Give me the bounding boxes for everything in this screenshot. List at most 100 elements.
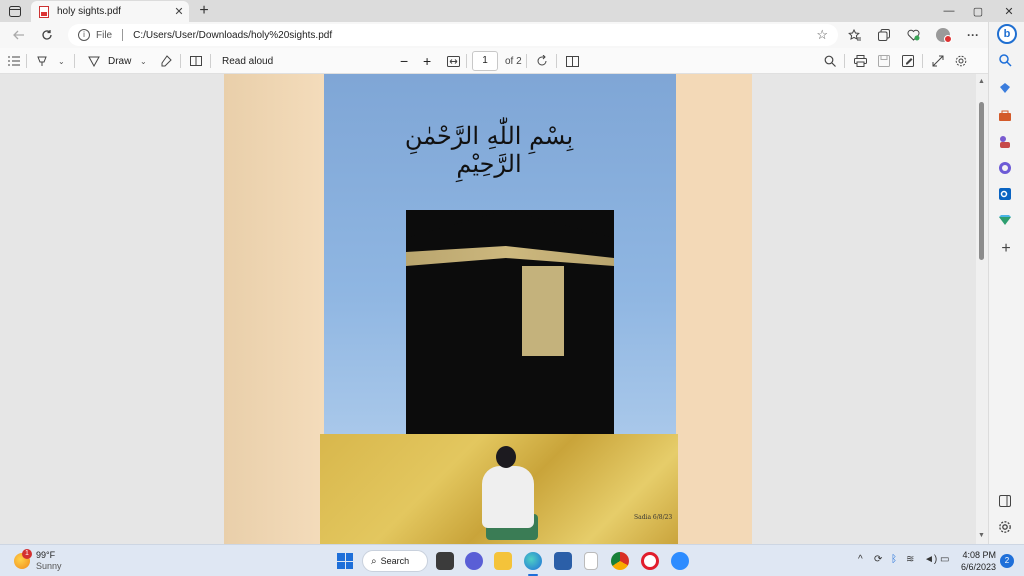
back-button[interactable]: [10, 26, 28, 44]
draw-dropdown-chevron-icon[interactable]: ⌄: [140, 53, 147, 69]
task-view-icon[interactable]: [436, 552, 454, 570]
weather-widget[interactable]: 1 99°F Sunny: [14, 549, 62, 572]
new-tab-button[interactable]: +: [196, 2, 212, 20]
wifi-icon[interactable]: ≋: [906, 554, 914, 565]
read-aloud-button[interactable]: Read aloud: [222, 53, 273, 69]
sidebar-tools-icon[interactable]: [998, 109, 1014, 125]
file-explorer-icon[interactable]: [494, 552, 512, 570]
tab-holy-sights[interactable]: holy sights.pdf ✕: [31, 1, 189, 22]
sidebar-settings-icon[interactable]: [998, 520, 1014, 536]
favorite-star-icon[interactable]: ☆: [816, 27, 828, 43]
profile-icon: [936, 28, 952, 43]
draw-button[interactable]: Draw: [88, 53, 131, 69]
zoom-in-button[interactable]: +: [423, 53, 431, 69]
profile-button[interactable]: [936, 28, 952, 43]
microsoft-store-icon[interactable]: [554, 552, 572, 570]
print-button[interactable]: [854, 53, 867, 69]
sidebar-shopping-icon[interactable]: [998, 81, 1014, 97]
scroll-down-arrow-icon[interactable]: ▼: [978, 532, 985, 539]
refresh-button[interactable]: [38, 26, 56, 44]
teams-chat-icon[interactable]: [465, 552, 483, 570]
erase-button[interactable]: [160, 53, 172, 69]
show-hidden-icons-chevron-icon[interactable]: ^: [858, 554, 863, 565]
address-bar[interactable]: i File C:/Users/User/Downloads/holy%20si…: [68, 24, 838, 46]
sidebar-toggle-icon[interactable]: [998, 494, 1014, 510]
sidebar-add-icon[interactable]: +: [998, 241, 1014, 257]
sidebar-search-icon[interactable]: [998, 53, 1014, 69]
battery-icon[interactable]: ▭: [940, 554, 949, 565]
toolbar-divider: [556, 54, 557, 68]
taskbar-search-label: Search: [380, 556, 410, 566]
print-icon: [854, 55, 867, 67]
zoom-out-button[interactable]: −: [400, 53, 408, 69]
toolbar-divider: [26, 54, 27, 68]
toolbar-divider: [844, 54, 845, 68]
clock-time: 4:08 PM: [962, 550, 996, 560]
pdf-page: بِسْمِ اللّٰهِ الرَّحْمٰنِ الرَّحِيْمِ S…: [224, 74, 752, 544]
scroll-up-arrow-icon[interactable]: ▲: [978, 78, 985, 85]
page-view-icon: [190, 56, 202, 66]
sidebar-outlook-icon[interactable]: [998, 187, 1014, 203]
rotate-button[interactable]: [536, 53, 548, 69]
chrome-icon[interactable]: [611, 552, 629, 570]
bing-copilot-icon[interactable]: b: [997, 24, 1017, 44]
save-as-button[interactable]: [902, 53, 914, 69]
sidebar-microsoft365-icon[interactable]: [998, 161, 1014, 177]
opera-icon[interactable]: [641, 552, 659, 570]
close-window-button[interactable]: ✕: [994, 0, 1024, 22]
bluetooth-icon[interactable]: ᛒ: [891, 554, 897, 565]
volume-icon[interactable]: ◄): [924, 554, 937, 565]
zoom-icon[interactable]: [671, 552, 689, 570]
address-url[interactable]: C:/Users/User/Downloads/holy%20sights.pd…: [133, 30, 816, 41]
taskbar-clock[interactable]: 4:08 PM 6/6/2023: [958, 549, 996, 573]
taskbar-search[interactable]: ⌕ Search: [362, 550, 428, 572]
pdf-toolbar: ⌄ Draw ⌄ Read aloud − + 1 of 2: [0, 48, 988, 74]
contents-button[interactable]: [8, 53, 20, 69]
page-number-input[interactable]: 1: [472, 51, 498, 71]
notepad-icon[interactable]: [584, 552, 598, 570]
sidebar-games-icon[interactable]: [998, 135, 1014, 151]
start-button[interactable]: [337, 553, 353, 569]
save-icon: [878, 55, 890, 67]
weather-condition: Sunny: [36, 561, 62, 571]
tab-actions-button[interactable]: [6, 3, 24, 19]
expand-icon: [932, 55, 944, 67]
pdf-document-area[interactable]: بِسْمِ اللّٰهِ الرَّحْمٰنِ الرَّحِيْمِ S…: [0, 74, 976, 544]
draw-label: Draw: [108, 55, 132, 67]
scrollbar-thumb[interactable]: [979, 102, 984, 260]
save-button[interactable]: [878, 53, 890, 69]
more-menu-icon[interactable]: ···: [966, 28, 980, 42]
highlight-button[interactable]: [36, 53, 48, 69]
pdf-settings-button[interactable]: [955, 53, 967, 69]
fit-to-page-button[interactable]: [447, 53, 460, 69]
edge-sidebar: [988, 22, 1024, 544]
page-total: of 2: [505, 55, 522, 67]
two-page-view-button[interactable]: [566, 53, 579, 69]
toolbar-divider: [210, 54, 211, 68]
painting-kaaba: [406, 210, 614, 438]
notification-badge[interactable]: 2: [1000, 554, 1014, 568]
document-scrollbar[interactable]: ▲ ▼: [976, 74, 988, 544]
edge-browser-icon[interactable]: [524, 552, 542, 570]
site-info-icon[interactable]: i: [78, 29, 90, 41]
highlight-dropdown-chevron-icon[interactable]: ⌄: [58, 53, 65, 69]
painting-person: [482, 466, 534, 528]
sync-icon[interactable]: ⟳: [874, 554, 882, 565]
favorites-icon[interactable]: [847, 28, 861, 42]
find-button[interactable]: [824, 53, 836, 69]
extensions-icon[interactable]: [906, 28, 920, 42]
page-view-button[interactable]: [190, 53, 202, 69]
tab-strip: holy sights.pdf ✕ + — ▢ ✕: [0, 0, 1024, 22]
table-of-contents-icon: [8, 56, 20, 66]
rotate-icon: [537, 55, 547, 66]
collections-icon[interactable]: [877, 28, 891, 42]
address-scheme: File: [96, 29, 113, 41]
sidebar-designer-icon[interactable]: [998, 213, 1014, 229]
minimize-button[interactable]: —: [934, 0, 964, 22]
fullscreen-button[interactable]: [932, 53, 944, 69]
tab-close-icon[interactable]: ✕: [171, 5, 187, 18]
pdf-file-icon: [39, 5, 49, 18]
maximize-button[interactable]: ▢: [963, 0, 993, 22]
navigation-bar: i File C:/Users/User/Downloads/holy%20si…: [0, 22, 988, 48]
back-arrow-icon: [13, 30, 24, 40]
